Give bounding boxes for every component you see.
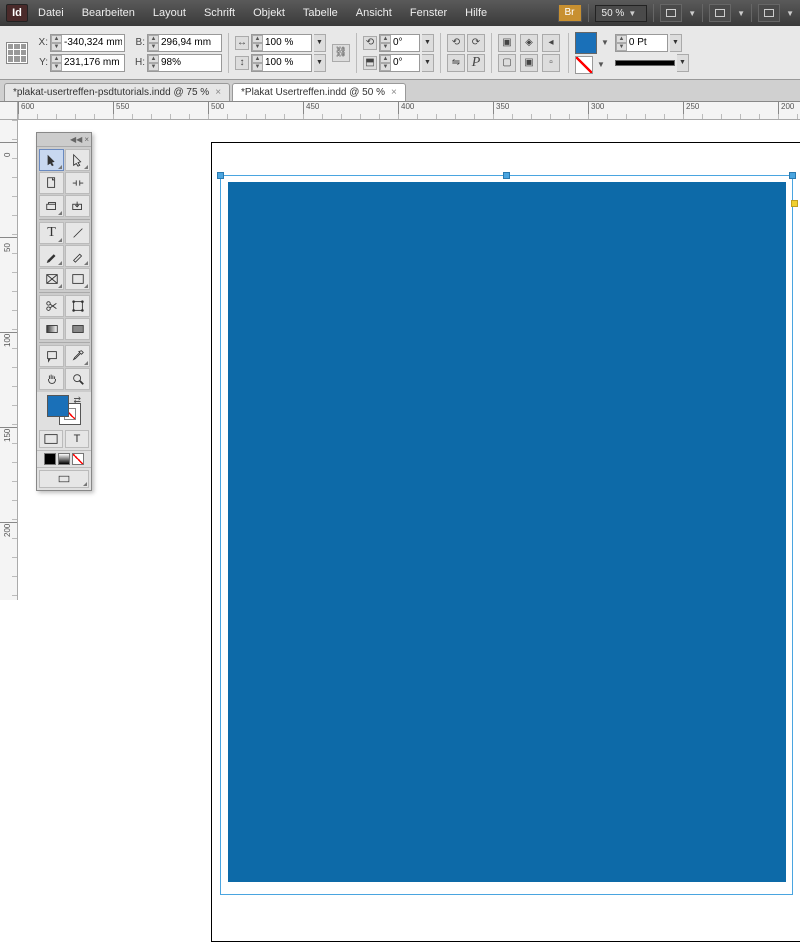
control-bar: X: ▲▼ Y: ▲▼ B: ▲▼ H: ▲▼: [0, 26, 800, 80]
scale-y-field[interactable]: ▲▼: [251, 54, 312, 72]
content-collector-tool[interactable]: [39, 195, 64, 217]
selection-frame[interactable]: [220, 175, 793, 895]
menu-ansicht[interactable]: Ansicht: [348, 3, 400, 23]
rectangle-tool[interactable]: [65, 268, 90, 290]
flip-indicator-icon: P: [467, 54, 485, 72]
select-prev-icon[interactable]: ◂: [542, 34, 560, 52]
color-proxy[interactable]: ⇄: [37, 392, 91, 428]
scissors-tool[interactable]: [39, 295, 64, 317]
type-tool[interactable]: T: [39, 222, 64, 244]
pencil-tool[interactable]: [65, 245, 90, 267]
line-tool[interactable]: [65, 222, 90, 244]
rotate-cw-icon[interactable]: ⟳: [467, 34, 485, 52]
apply-none[interactable]: [72, 453, 84, 465]
width-field[interactable]: ▲▼: [147, 34, 222, 52]
constrain-icon[interactable]: ⛓: [332, 44, 350, 62]
menu-objekt[interactable]: Objekt: [245, 3, 293, 23]
gap-tool[interactable]: [65, 172, 90, 194]
menu-bar: Id Datei Bearbeiten Layout Schrift Objek…: [0, 0, 800, 26]
yellow-handle: [791, 200, 798, 207]
shear-dropdown[interactable]: ▼: [422, 54, 434, 72]
shear-field[interactable]: ▲▼: [379, 54, 420, 72]
ruler-origin[interactable]: [0, 102, 18, 120]
y-label: Y:: [34, 57, 48, 68]
stroke-style-dropdown[interactable]: ▼: [677, 54, 689, 72]
rotate-ccw-icon[interactable]: ⟲: [447, 34, 465, 52]
pen-tool[interactable]: [39, 245, 64, 267]
formatting-container-icon[interactable]: [39, 430, 63, 448]
close-icon[interactable]: ×: [391, 87, 397, 98]
panel-header[interactable]: ◀◀×: [37, 133, 91, 147]
tools-panel[interactable]: ◀◀× T: [36, 132, 92, 491]
menu-datei[interactable]: Datei: [30, 3, 72, 23]
scale-x-dropdown[interactable]: ▼: [314, 34, 326, 52]
height-field[interactable]: ▲▼: [147, 54, 222, 72]
eyedropper-tool[interactable]: [65, 345, 90, 367]
scale-x-field[interactable]: ▲▼: [251, 34, 312, 52]
x-field[interactable]: ▲▼: [50, 34, 125, 52]
menu-hilfe[interactable]: Hilfe: [457, 3, 495, 23]
view-mode-icon[interactable]: [39, 470, 89, 488]
menu-fenster[interactable]: Fenster: [402, 3, 455, 23]
center-content-icon[interactable]: ▫: [542, 54, 560, 72]
scale-x-icon: ↔: [235, 36, 249, 50]
fill-color[interactable]: [47, 395, 69, 417]
flip-h-icon[interactable]: ⇋: [447, 54, 465, 72]
content-placer-tool[interactable]: [65, 195, 90, 217]
close-icon[interactable]: ×: [215, 87, 221, 98]
formatting-text-icon[interactable]: T: [65, 430, 89, 448]
swap-colors-icon[interactable]: ⇄: [73, 395, 81, 406]
gradient-feather-tool[interactable]: [65, 318, 90, 340]
y-field[interactable]: ▲▼: [50, 54, 125, 72]
note-tool[interactable]: [39, 345, 64, 367]
align-icons: ▣ ◈ ◂ ▢ ▣ ▫: [498, 34, 562, 72]
gradient-swatch-tool[interactable]: [39, 318, 64, 340]
select-container-icon[interactable]: ▣: [498, 34, 516, 52]
scale-y-dropdown[interactable]: ▼: [314, 54, 326, 72]
stroke-swatch[interactable]: [575, 56, 593, 74]
zoom-tool[interactable]: [65, 368, 90, 390]
reference-point[interactable]: [6, 42, 28, 64]
shear-icon: ⬒: [363, 56, 377, 70]
hand-tool[interactable]: [39, 368, 64, 390]
zoom-level[interactable]: 50 %▼: [595, 5, 648, 22]
h-label: H:: [131, 57, 145, 68]
rectangle-frame-tool[interactable]: [39, 268, 64, 290]
rotate-icon: ⟲: [363, 36, 377, 50]
bridge-button[interactable]: Br: [558, 4, 582, 22]
x-label: X:: [34, 37, 48, 48]
select-content-icon[interactable]: ◈: [520, 34, 538, 52]
app-logo: Id: [6, 4, 28, 22]
free-transform-tool[interactable]: [65, 295, 90, 317]
screen-mode-icon[interactable]: [660, 4, 682, 22]
selection-tool[interactable]: [39, 149, 64, 171]
apply-color[interactable]: [44, 453, 56, 465]
vertical-ruler[interactable]: 0 50 100 150 200: [0, 120, 18, 600]
w-label: B:: [131, 37, 145, 48]
rotate-dropdown[interactable]: ▼: [422, 34, 434, 52]
menu-layout[interactable]: Layout: [145, 3, 194, 23]
workspace-icon[interactable]: [758, 4, 780, 22]
fit-frame-icon[interactable]: ▣: [520, 54, 538, 72]
document-area: 600 550 500 450 400 350 300 250 200 0 50…: [0, 102, 800, 600]
canvas[interactable]: ◀◀× T: [18, 120, 800, 600]
menu-tabelle[interactable]: Tabelle: [295, 3, 346, 23]
menu-schrift[interactable]: Schrift: [196, 3, 243, 23]
document-tab[interactable]: *Plakat Usertreffen.indd @ 50 % ×: [232, 83, 406, 101]
arrange-documents-icon[interactable]: [709, 4, 731, 22]
apply-gradient[interactable]: [58, 453, 70, 465]
stroke-weight-field[interactable]: ▲▼: [615, 34, 668, 52]
direct-selection-tool[interactable]: [65, 149, 90, 171]
document-tab-bar: *plakat-usertreffen-psdtutorials.indd @ …: [0, 80, 800, 102]
menu-bearbeiten[interactable]: Bearbeiten: [74, 3, 143, 23]
document-tab[interactable]: *plakat-usertreffen-psdtutorials.indd @ …: [4, 83, 230, 101]
scale-y-icon: ↕: [235, 56, 249, 70]
fit-content-icon[interactable]: ▢: [498, 54, 516, 72]
stroke-style[interactable]: [615, 60, 675, 66]
page-tool[interactable]: [39, 172, 64, 194]
stroke-weight-dropdown[interactable]: ▼: [670, 34, 682, 52]
fill-swatch[interactable]: [575, 32, 597, 54]
rotate-field[interactable]: ▲▼: [379, 34, 420, 52]
horizontal-ruler[interactable]: 600 550 500 450 400 350 300 250 200: [18, 102, 800, 120]
